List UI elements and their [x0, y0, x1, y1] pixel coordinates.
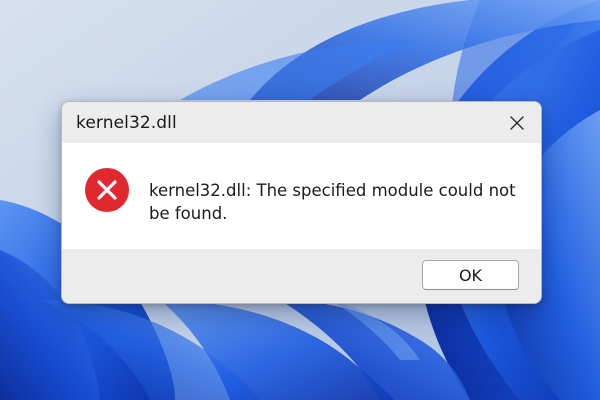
error-message: kernel32.dll: The specified module could… [149, 181, 516, 223]
close-button[interactable] [499, 107, 535, 139]
dialog-footer: OK [62, 249, 541, 303]
error-dialog: kernel32.dll kernel32.dll: The specified… [61, 101, 542, 304]
close-icon [510, 116, 524, 130]
ok-button[interactable]: OK [422, 260, 519, 290]
dialog-title: kernel32.dll [76, 113, 177, 133]
error-icon [85, 168, 129, 212]
dialog-titlebar[interactable]: kernel32.dll [62, 102, 541, 143]
dialog-content: kernel32.dll: The specified module could… [62, 143, 541, 249]
desktop: kernel32.dll kernel32.dll: The specified… [0, 0, 600, 400]
